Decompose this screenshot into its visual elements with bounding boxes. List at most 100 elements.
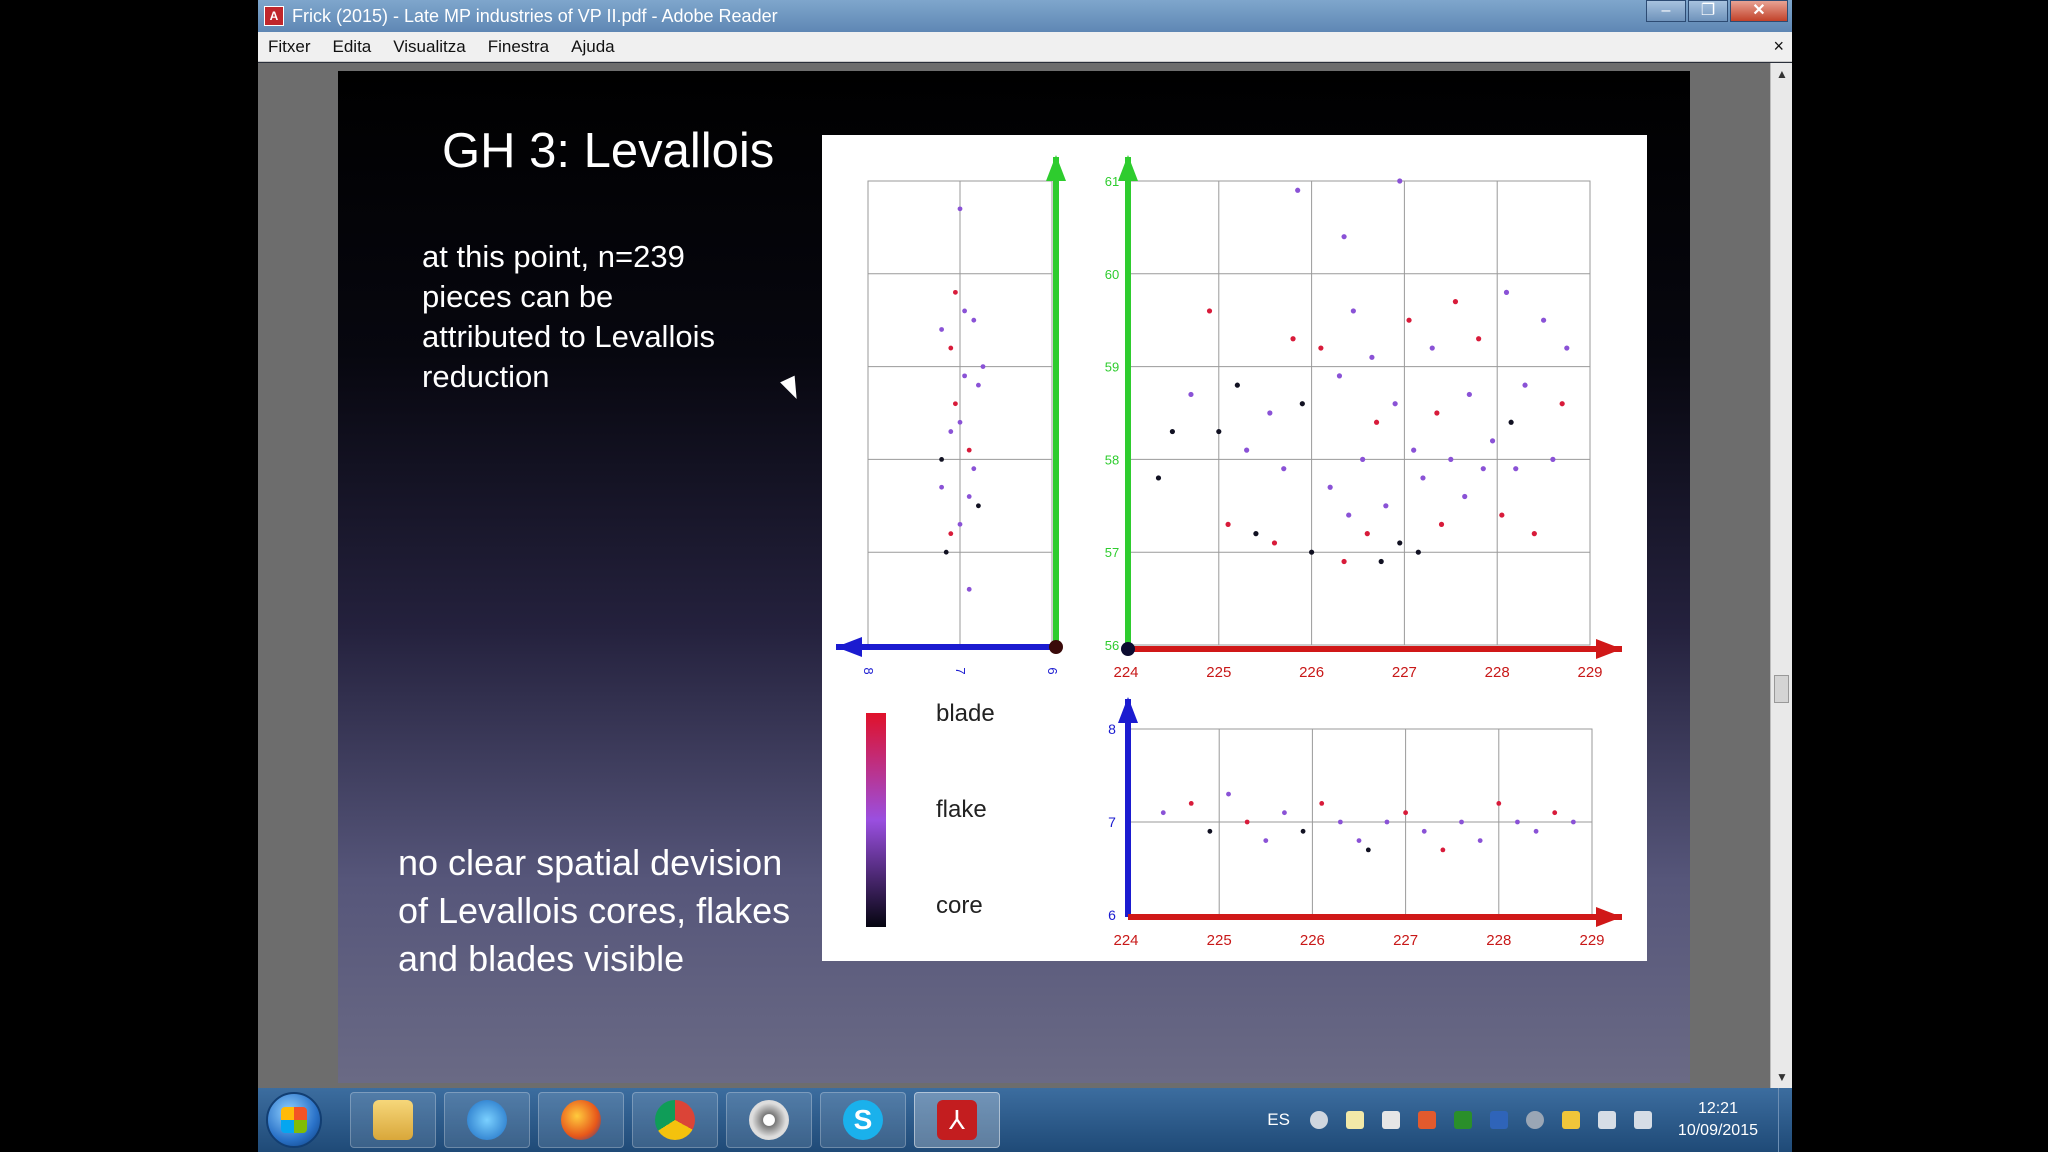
menu-ajuda[interactable]: Ajuda <box>571 37 614 57</box>
plan-point <box>1397 540 1403 546</box>
menu-visualitza[interactable]: Visualitza <box>393 37 465 57</box>
section-point <box>1421 828 1427 834</box>
plan-point <box>1234 382 1240 388</box>
plan-point <box>1169 428 1175 435</box>
profile-point <box>943 549 949 555</box>
section-x-tick: 229 <box>1579 932 1604 949</box>
legend-label-blade: blade <box>936 700 995 727</box>
plan-grid-frame <box>1125 180 1591 646</box>
action-center-flag-icon[interactable] <box>1561 1111 1580 1129</box>
section-point <box>1515 819 1520 825</box>
start-button[interactable] <box>266 1092 322 1148</box>
vertical-scrollbar[interactable]: ▲ ▼ <box>1770 63 1792 1088</box>
menu-fitxer[interactable]: Fitxer <box>268 37 311 57</box>
plan-point <box>1378 558 1384 565</box>
windows-logo-icon <box>281 1107 307 1133</box>
plan-point <box>1216 428 1222 435</box>
profile-point <box>980 364 986 369</box>
task-chrome[interactable] <box>632 1092 718 1148</box>
device-icon[interactable] <box>1633 1111 1652 1129</box>
restore-button[interactable]: ❐ <box>1688 0 1728 22</box>
section-point <box>1244 819 1250 825</box>
menu-finestra[interactable]: Finestra <box>488 37 549 57</box>
minimize-button[interactable]: – <box>1646 0 1686 22</box>
profile-x-tick: 8 <box>861 667 876 674</box>
language-indicator[interactable]: ES <box>1267 1110 1290 1130</box>
close-document-icon[interactable]: × <box>1773 36 1784 57</box>
legend-label-core: core <box>936 892 983 919</box>
plan-y-tick: 59 <box>1105 360 1119 375</box>
profile-x-tick: 7 <box>953 667 968 674</box>
tray-tool-icon[interactable] <box>1417 1111 1436 1129</box>
network-monitor-icon[interactable] <box>1597 1111 1616 1129</box>
clock[interactable]: 12:21 10/09/2015 <box>1678 1098 1758 1142</box>
plan-origin-dot <box>1121 642 1135 656</box>
plan-point <box>1341 558 1347 565</box>
nvidia-icon[interactable] <box>1453 1111 1472 1129</box>
close-button[interactable]: ✕ <box>1730 0 1788 22</box>
profile-point <box>971 466 977 472</box>
section-point <box>1226 791 1231 797</box>
plan-point <box>1383 503 1389 509</box>
profile-point <box>957 206 963 212</box>
section-point <box>1300 828 1306 834</box>
scroll-up-icon[interactable]: ▲ <box>1775 67 1789 81</box>
task-adobe-reader[interactable]: ⅄ <box>914 1092 1000 1148</box>
profile-point <box>948 429 954 434</box>
plan-point <box>1244 447 1250 453</box>
scroll-thumb[interactable] <box>1774 675 1789 703</box>
scroll-down-icon[interactable]: ▼ <box>1775 1070 1789 1084</box>
plan-point <box>1299 401 1305 407</box>
plan-point <box>1480 466 1486 472</box>
plan-point <box>1336 373 1343 379</box>
volume-icon[interactable] <box>1381 1111 1400 1129</box>
plan-x-tick: 227 <box>1392 664 1417 681</box>
legend-colorbar <box>866 713 886 927</box>
section-x-tick: 228 <box>1486 932 1511 949</box>
task-firefox[interactable] <box>538 1092 624 1148</box>
clock-date: 10/09/2015 <box>1677 1122 1758 1139</box>
clock-time: 12:21 <box>1697 1100 1738 1117</box>
section-point <box>1440 847 1446 853</box>
plan-point <box>1499 512 1505 518</box>
slide-text-conclusion: no clear spatial devision of Levallois c… <box>398 842 791 979</box>
plan-point <box>1364 531 1370 537</box>
plan-point <box>1225 521 1231 527</box>
plan-point <box>1448 456 1454 462</box>
task-camera[interactable] <box>726 1092 812 1148</box>
task-ie[interactable] <box>444 1092 530 1148</box>
section-point <box>1552 810 1558 816</box>
plan-y-tick: 61 <box>1105 174 1119 189</box>
plan-point <box>1290 336 1296 342</box>
document-area[interactable]: GH 3: Levallois at this point, n=239 pie… <box>258 63 1770 1088</box>
plan-point <box>1318 345 1324 351</box>
tray-app-icon[interactable] <box>1309 1111 1328 1129</box>
plan-point <box>1406 317 1412 323</box>
plan-x-tick: 229 <box>1577 664 1602 681</box>
network-globe-icon[interactable] <box>1525 1111 1544 1129</box>
plan-point <box>1360 456 1366 462</box>
section-point <box>1496 801 1502 806</box>
window-titlebar[interactable]: A Frick (2015) - Late MP industries of V… <box>258 0 1792 32</box>
profile-origin-dot <box>1049 640 1063 654</box>
legend-label-flake: flake <box>936 796 987 823</box>
security-shield-icon[interactable] <box>1489 1111 1508 1129</box>
menubar: Fitxer Edita Visualitza Finestra Ajuda × <box>258 32 1792 62</box>
profile-point <box>957 419 963 425</box>
plan-point <box>1206 308 1213 314</box>
camera-icon <box>749 1100 789 1140</box>
menu-edita[interactable]: Edita <box>333 37 372 57</box>
task-skype[interactable]: S <box>820 1092 906 1148</box>
plan-point <box>1476 336 1482 342</box>
section-point <box>1477 838 1483 843</box>
section-point <box>1403 810 1408 816</box>
slide: GH 3: Levallois at this point, n=239 pie… <box>338 71 1690 1083</box>
task-explorer[interactable] <box>350 1092 436 1148</box>
plan-point <box>1188 391 1194 398</box>
plan-point <box>1411 447 1417 453</box>
tray-notes-icon[interactable] <box>1345 1111 1364 1129</box>
plan-point <box>1420 475 1426 481</box>
show-desktop-button[interactable] <box>1778 1088 1792 1152</box>
plan-point <box>1466 391 1472 398</box>
plan-x-tick: 225 <box>1206 664 1231 681</box>
